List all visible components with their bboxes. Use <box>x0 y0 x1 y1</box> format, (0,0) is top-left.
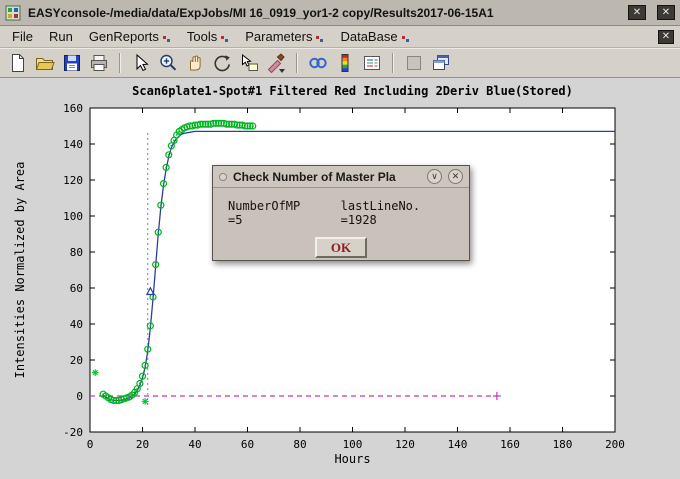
svg-text:200: 200 <box>605 438 625 451</box>
menu-item-parameters[interactable]: Parameters <box>237 27 332 46</box>
window-shade-button[interactable]: ✕ <box>628 5 646 20</box>
svg-text:Hours: Hours <box>334 452 370 466</box>
svg-text:40: 40 <box>70 318 83 331</box>
chart-plot-area: 0 20 40 60 80 100 120 140 160 180 200 -20 0 20 40 60 80 1… <box>0 78 680 479</box>
data-cursor-icon[interactable] <box>237 51 261 75</box>
application-window: { "window": { "title": "EASYconsole-/med… <box>0 0 680 479</box>
menu-item-run[interactable]: Run <box>41 27 81 46</box>
svg-text:100: 100 <box>63 210 83 223</box>
svg-text:40: 40 <box>188 438 201 451</box>
svg-text:60: 60 <box>241 438 254 451</box>
svg-text:80: 80 <box>293 438 306 451</box>
edit-plot-arrow-icon[interactable] <box>129 51 153 75</box>
dialog-shade-button[interactable]: ∨ <box>427 169 442 184</box>
dialog-title: Check Number of Master Pla <box>233 170 421 184</box>
toolbar-separator <box>392 53 394 73</box>
figure-toolbar <box>0 48 680 78</box>
figure-canvas: 0 20 40 60 80 100 120 140 160 180 200 -20 0 20 40 60 80 1… <box>0 78 680 479</box>
svg-text:120: 120 <box>63 174 83 187</box>
svg-text:120: 120 <box>395 438 415 451</box>
pan-hand-icon[interactable] <box>183 51 207 75</box>
menu-item-tools[interactable]: Tools <box>179 27 237 46</box>
svg-text:Intensities Normalized by Area: Intensities Normalized by Area <box>13 162 27 379</box>
save-icon[interactable] <box>60 51 84 75</box>
app-logo-icon <box>5 5 21 21</box>
dialog-message: NumberOfMP =5 lastLineNo. =1928 <box>228 199 454 227</box>
svg-text:0: 0 <box>87 438 94 451</box>
svg-text:-20: -20 <box>63 426 83 439</box>
svg-text:20: 20 <box>136 438 149 451</box>
dialog-menu-dot-icon[interactable] <box>219 173 227 181</box>
menu-label: GenReports <box>89 29 159 44</box>
open-folder-icon[interactable] <box>33 51 57 75</box>
check-master-plate-dialog: Check Number of Master Pla ∨ ✕ NumberOfM… <box>212 165 470 261</box>
menu-item-database[interactable]: DataBase <box>332 27 417 46</box>
window-titlebar: EASYconsole-/media/data/ExpJobs/MI 16_09… <box>0 0 680 26</box>
new-document-icon[interactable] <box>6 51 30 75</box>
brush-icon[interactable] <box>264 51 288 75</box>
svg-text:60: 60 <box>70 282 83 295</box>
menu-badge-icon <box>315 32 324 41</box>
toolbar-separator <box>119 53 121 73</box>
svg-text:80: 80 <box>70 246 83 259</box>
svg-text:100: 100 <box>343 438 363 451</box>
toolbar-separator <box>296 53 298 73</box>
menu-label: Run <box>49 29 73 44</box>
last-line-no-value: lastLineNo. =1928 <box>341 199 454 227</box>
svg-text:140: 140 <box>448 438 468 451</box>
rotate-3d-icon[interactable] <box>210 51 234 75</box>
svg-text:0: 0 <box>76 390 83 403</box>
link-plot-icon[interactable] <box>306 51 330 75</box>
menu-badge-icon <box>220 32 229 41</box>
menu-badge-icon <box>401 32 410 41</box>
svg-text:Scan6plate1-Spot#1 Filtered Re: Scan6plate1-Spot#1 Filtered Red Includin… <box>132 84 573 98</box>
number-of-mp-value: NumberOfMP =5 <box>228 199 315 227</box>
dialog-body: NumberOfMP =5 lastLineNo. =1928 OK <box>213 188 469 258</box>
zoom-in-icon[interactable] <box>156 51 180 75</box>
menu-label: Tools <box>187 29 217 44</box>
menu-label: File <box>12 29 33 44</box>
menu-bar: File Run GenReports Tools Parameters Dat… <box>0 26 680 48</box>
window-title: EASYconsole-/media/data/ExpJobs/MI 16_09… <box>28 6 621 20</box>
menu-label: Parameters <box>245 29 312 44</box>
dialog-titlebar: Check Number of Master Pla ∨ ✕ <box>213 166 469 188</box>
ok-button[interactable]: OK <box>315 237 367 258</box>
insert-colorbar-icon[interactable] <box>333 51 357 75</box>
menu-item-genreports[interactable]: GenReports <box>81 27 179 46</box>
menu-badge-icon <box>162 32 171 41</box>
menu-item-file[interactable]: File <box>4 27 41 46</box>
menubar-close-button[interactable]: ✕ <box>658 30 674 44</box>
svg-text:20: 20 <box>70 354 83 367</box>
print-icon[interactable] <box>87 51 111 75</box>
dock-figure-icon[interactable] <box>429 51 453 75</box>
insert-legend-icon[interactable] <box>360 51 384 75</box>
dialog-close-button[interactable]: ✕ <box>448 169 463 184</box>
svg-text:160: 160 <box>500 438 520 451</box>
svg-text:160: 160 <box>63 102 83 115</box>
svg-text:140: 140 <box>63 138 83 151</box>
svg-text:180: 180 <box>553 438 573 451</box>
menu-label: DataBase <box>340 29 397 44</box>
plot-tools-blank-icon[interactable] <box>402 51 426 75</box>
window-close-button[interactable]: ✕ <box>657 5 675 20</box>
